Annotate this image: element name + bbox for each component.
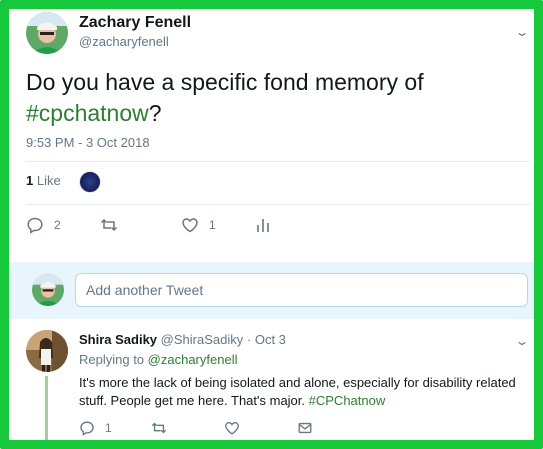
reply-date[interactable]: Oct 3 [255,332,286,347]
author-avatar[interactable] [26,12,68,54]
reply-reply-button[interactable]: 1 [79,419,112,437]
reply-display-name[interactable]: Shira Sadiky [79,332,157,347]
author-display-name[interactable]: Zachary Fenell [79,14,191,32]
reply-message-button[interactable] [297,419,313,437]
reply-button[interactable]: 2 [26,214,61,236]
analytics-button[interactable] [254,214,272,236]
replying-to: Replying to @zacharyfenell [79,352,237,367]
author-handle[interactable]: @zacharyfenell [79,34,169,49]
message-icon [298,422,312,434]
reply-tweet: Shira Sadiky @ShiraSadiky · Oct 3 ⌄ Repl… [9,320,534,446]
reply-separator: · [246,332,252,347]
chevron-down-icon[interactable]: ⌄ [514,334,529,348]
reply-handle[interactable]: @ShiraSadiky [161,332,244,347]
like-count: 1 [209,218,216,232]
divider [26,161,530,162]
reply-reply-count: 1 [105,421,112,435]
tweet-text-end: ? [148,100,162,126]
replying-to-handle[interactable]: @zacharyfenell [148,352,238,367]
replying-prefix: Replying to [79,352,145,367]
compose-area: Add another Tweet [9,262,534,319]
divider [26,204,530,205]
like-icon [182,218,198,233]
reply-actions: 1 [79,419,519,437]
analytics-icon [257,219,269,232]
liker-avatar[interactable] [79,171,101,193]
tweet-hashtag[interactable]: #cpchatnow [26,100,149,126]
likes-summary[interactable]: 1 Like [26,173,61,188]
reply-icon [80,421,94,436]
retweet-icon [151,422,167,434]
current-user-avatar[interactable] [32,274,64,306]
tweet-actions: 2 1 [26,214,526,236]
reply-like-button[interactable] [224,419,240,437]
like-button[interactable]: 1 [181,214,216,236]
tweet-timestamp[interactable]: 9:53 PM - 3 Oct 2018 [26,135,150,150]
likes-label: Like [36,173,61,188]
tweet-text: Do you have a specific fond memory of #cp… [26,67,526,129]
chevron-down-icon[interactable]: ⌄ [514,25,529,39]
tweet-text-body: Do you have a specific fond memory of [26,69,424,95]
reply-author-avatar[interactable] [26,330,68,372]
reply-hashtag[interactable]: #CPChatnow [309,393,386,408]
reply-text-body: It's more the lack of being isolated and… [79,375,516,408]
likes-count: 1 [26,173,34,188]
like-icon [225,421,239,435]
add-tweet-input[interactable]: Add another Tweet [75,273,528,307]
retweet-button[interactable] [100,214,128,236]
thread-line [45,376,48,446]
retweet-icon [100,218,118,232]
main-tweet: Zachary Fenell @zacharyfenell ⌄ Do you h… [9,9,534,261]
reply-header: Shira Sadiky @ShiraSadiky · Oct 3 [79,332,286,347]
reply-icon [27,217,43,234]
reply-count: 2 [54,218,61,232]
reply-text: It's more the lack of being isolated and… [79,374,519,410]
reply-retweet-button[interactable] [151,419,167,437]
